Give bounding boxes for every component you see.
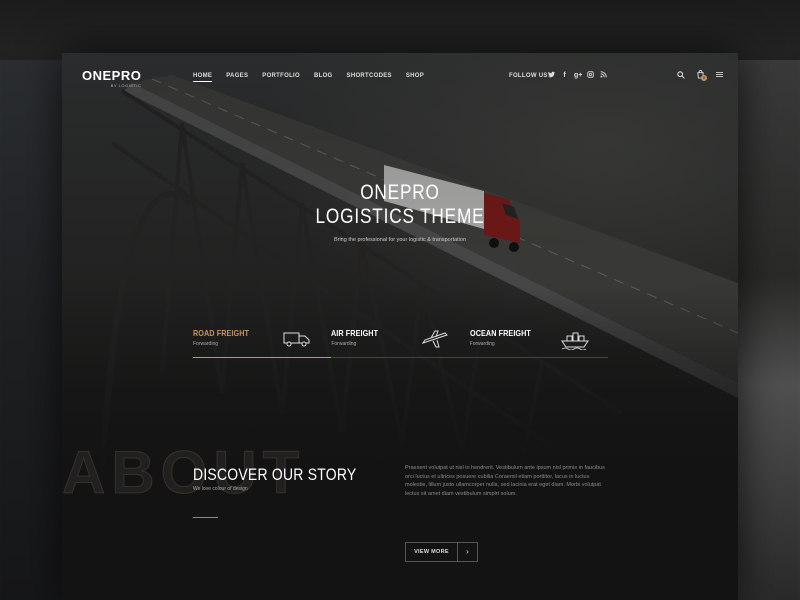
services-row: ROAD FREIGHT Forwarding AIR FREIGHT Forw… bbox=[193, 328, 608, 358]
logo[interactable]: ONEPRO BY LOGISTIC bbox=[82, 69, 141, 88]
view-more-button[interactable]: VIEW MORE › bbox=[405, 542, 478, 562]
cart-icon[interactable]: 0 bbox=[696, 70, 707, 81]
website-mockup: ONEPRO BY LOGISTIC HOME PAGES PORTFOLIO … bbox=[62, 53, 738, 600]
ship-icon bbox=[560, 330, 590, 355]
about-heading-block: DISCOVER OUR STORY We love colour of des… bbox=[193, 465, 392, 518]
logo-tagline: BY LOGISTIC bbox=[110, 83, 142, 88]
menu-item-blog[interactable]: BLOG bbox=[314, 73, 333, 82]
social-links: f g+ bbox=[548, 71, 607, 81]
instagram-icon[interactable] bbox=[587, 71, 594, 81]
facebook-icon[interactable]: f bbox=[561, 71, 568, 81]
header-tools: 0 bbox=[677, 70, 723, 81]
logo-title: ONEPRO bbox=[82, 68, 142, 83]
google-plus-icon[interactable]: g+ bbox=[574, 71, 582, 81]
about-title: DISCOVER OUR STORY bbox=[193, 465, 357, 484]
hero-headline: ONEPRO LOGISTICS THEME Bring the profess… bbox=[62, 181, 738, 243]
menu-item-shop[interactable]: SHOP bbox=[406, 73, 424, 82]
about-tagline: We love colour of design bbox=[193, 486, 248, 492]
backdrop-left-edge bbox=[0, 60, 62, 600]
about-paragraph: Praesent volutpat ut nisl in hendrerit. … bbox=[405, 465, 605, 497]
hero-title-line-2: LOGISTICS THEME bbox=[315, 205, 485, 228]
menu-item-portfolio[interactable]: PORTFOLIO bbox=[262, 73, 300, 82]
view-more-label: VIEW MORE bbox=[414, 549, 449, 555]
hero-overlay bbox=[62, 53, 738, 473]
top-navigation: ONEPRO BY LOGISTIC HOME PAGES PORTFOLIO … bbox=[62, 53, 738, 103]
hero-subtitle: Bring the professional for your logistic… bbox=[333, 237, 467, 243]
hamburger-menu-icon[interactable] bbox=[716, 71, 723, 80]
service-road-freight[interactable]: ROAD FREIGHT Forwarding bbox=[193, 328, 332, 358]
service-ocean-freight[interactable]: OCEAN FREIGHT Forwarding bbox=[469, 328, 608, 358]
airplane-icon bbox=[421, 330, 449, 353]
divider bbox=[193, 517, 218, 518]
truck-icon bbox=[283, 330, 311, 353]
cart-count-badge: 0 bbox=[701, 75, 707, 81]
chevron-right-icon: › bbox=[457, 543, 477, 561]
hero-title-line-1: ONEPRO bbox=[360, 181, 440, 204]
hero-image bbox=[62, 53, 738, 473]
rss-icon[interactable] bbox=[600, 71, 607, 81]
search-icon[interactable] bbox=[677, 70, 685, 81]
menu-item-pages[interactable]: PAGES bbox=[226, 73, 248, 82]
main-menu: HOME PAGES PORTFOLIO BLOG SHORTCODES SHO… bbox=[193, 73, 438, 82]
twitter-icon[interactable] bbox=[548, 71, 555, 81]
follow-us-label: FOLLOW US bbox=[509, 73, 548, 79]
service-air-freight[interactable]: AIR FREIGHT Forwarding bbox=[331, 328, 470, 358]
backdrop-right-edge bbox=[738, 60, 800, 600]
menu-item-shortcodes[interactable]: SHORTCODES bbox=[347, 73, 392, 82]
menu-item-home[interactable]: HOME bbox=[193, 73, 213, 82]
